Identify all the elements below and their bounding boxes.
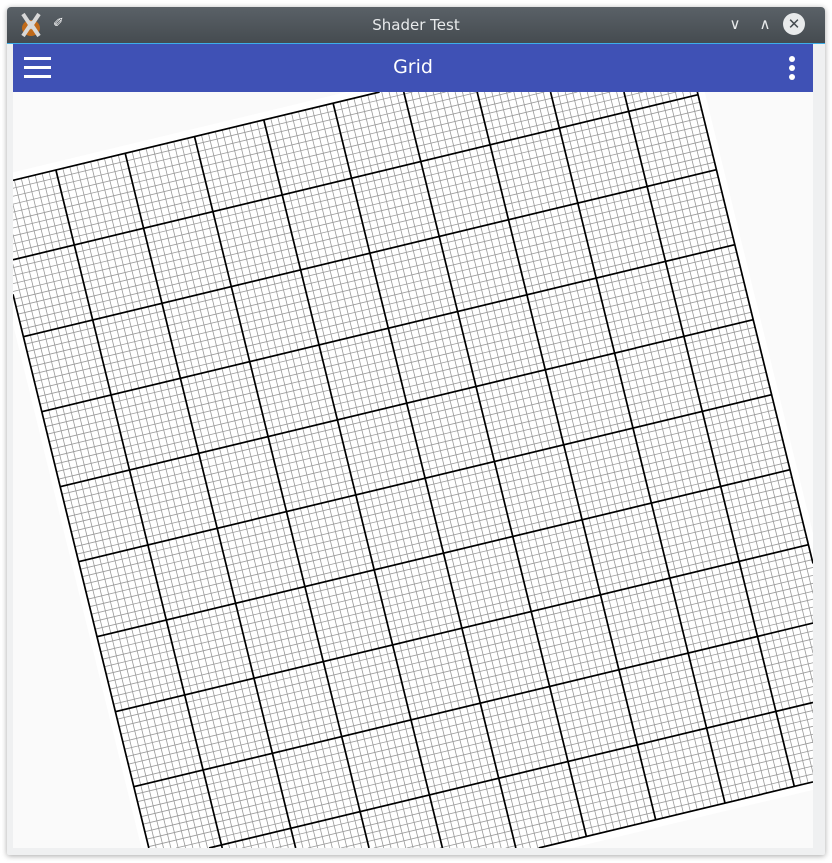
more-vertical-icon[interactable] <box>789 56 795 82</box>
shader-canvas[interactable] <box>13 92 813 848</box>
minimize-button[interactable]: ∨ <box>724 13 746 35</box>
close-icon: ✕ <box>787 15 801 33</box>
chevron-up-icon: ∧ <box>759 15 771 33</box>
chevron-down-icon: ∨ <box>729 15 741 33</box>
maximize-button[interactable]: ∧ <box>754 13 776 35</box>
window-title: Shader Test <box>372 16 460 34</box>
app-bar: Grid <box>13 44 813 92</box>
title-bar[interactable]: ✐ Shader Test ∨ ∧ ✕ <box>7 7 825 44</box>
page-title: Grid <box>393 56 433 78</box>
grid-canvas <box>13 92 813 848</box>
close-button[interactable]: ✕ <box>783 13 805 35</box>
app-window: ✐ Shader Test ∨ ∧ ✕ Grid <box>7 7 825 855</box>
